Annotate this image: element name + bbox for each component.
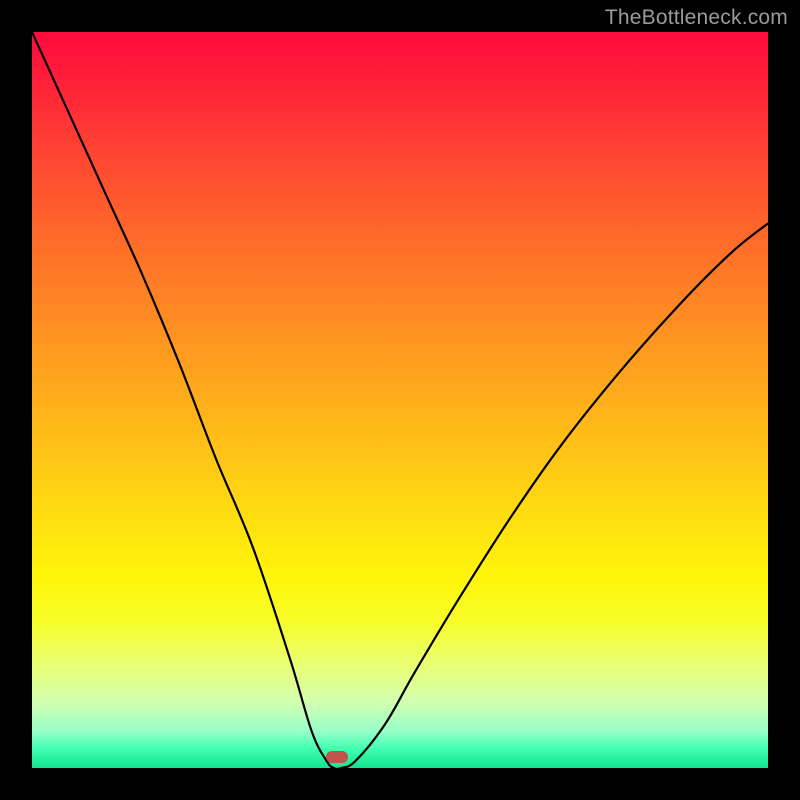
bottleneck-curve	[32, 32, 768, 768]
nadir-marker	[326, 751, 348, 763]
watermark-text: TheBottleneck.com	[605, 6, 788, 30]
chart-frame: TheBottleneck.com	[0, 0, 800, 800]
plot-area	[32, 32, 768, 768]
